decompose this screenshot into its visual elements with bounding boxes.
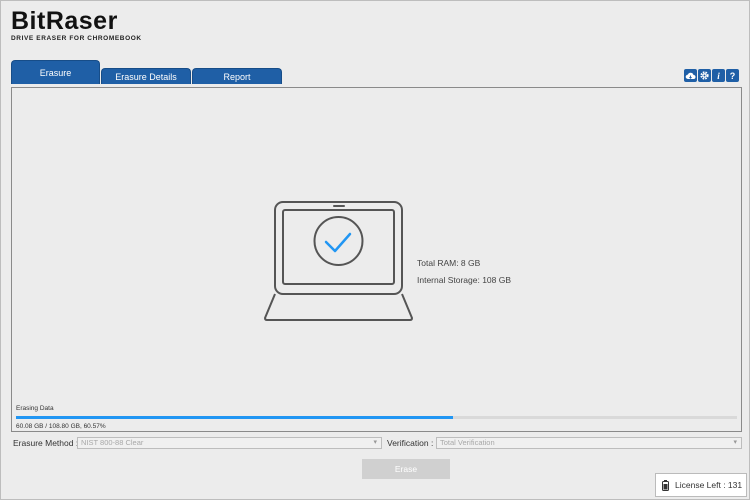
help-icon[interactable]: ? [726,69,739,82]
toolbar: i ? [684,69,739,82]
device-specs: Total RAM: 8 GB Internal Storage: 108 GB [417,255,511,289]
logo-title: BitRaser [11,7,118,35]
erasure-method-select[interactable]: NIST 800-88 Clear ▾ [77,437,382,449]
chevron-down-icon: ▾ [733,439,737,446]
tab-erasure[interactable]: Erasure [11,60,100,84]
license-text: License Left : 131 [675,480,743,490]
total-ram: Total RAM: 8 GB [417,258,481,268]
logo-subtitle: DRIVE ERASER FOR CHROMEBOOK [11,35,142,42]
internal-storage: Internal Storage: 108 GB [417,275,512,285]
tab-erasure-details[interactable]: Erasure Details [101,68,191,84]
app-window: BitRaser DRIVE ERASER FOR CHROMEBOOK Era… [1,1,749,499]
erase-button[interactable]: Erase [362,459,450,479]
logo: BitRaser DRIVE ERASER FOR CHROMEBOOK [11,8,142,42]
verification-select[interactable]: Total Verification ▾ [436,437,742,449]
info-icon[interactable]: i [712,69,725,82]
progress-label: Erasing Data [16,405,54,412]
progress-text: 60.08 GB / 108.80 GB, 60.57% [16,423,106,430]
erasure-method-label: Erasure Method : [13,438,79,448]
progress-bar [16,416,737,419]
cloud-icon-glyph [685,72,696,80]
erasure-method-value: NIST 800-88 Clear [81,438,144,447]
verification-value: Total Verification [440,438,495,447]
laptop-icon [264,201,413,321]
cloud-icon[interactable] [684,69,697,82]
license-icon [662,479,669,491]
gear-icon[interactable] [698,69,711,82]
chevron-down-icon: ▾ [373,439,377,446]
progress-fill [16,416,453,419]
verification-label: Verification : [387,438,434,448]
tab-report[interactable]: Report [192,68,282,84]
gear-icon-glyph [700,71,709,80]
license-counter: License Left : 131 [655,473,747,497]
tab-bar: Erasure Erasure Details Report [11,60,283,84]
erasure-panel: Total RAM: 8 GB Internal Storage: 108 GB… [11,87,742,432]
